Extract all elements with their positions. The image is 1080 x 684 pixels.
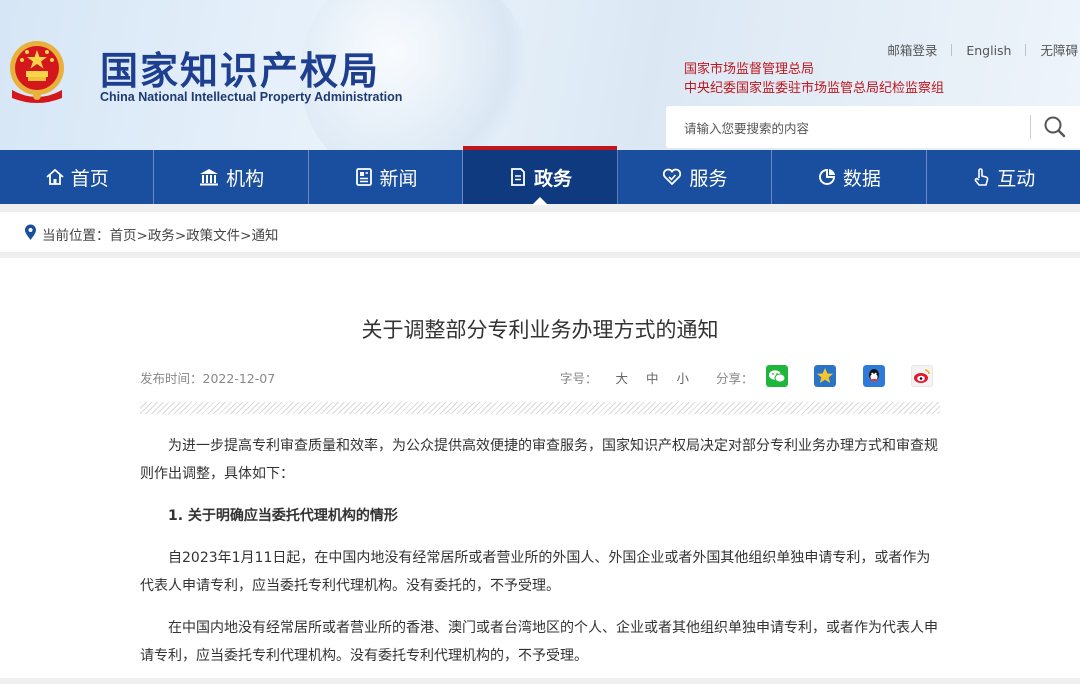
article-section-heading: 1. 关于明确应当委托代理机构的情形 <box>168 508 398 524</box>
date-value: 2022-12-07 <box>202 371 276 386</box>
font-size-medium[interactable]: 中 <box>646 371 659 386</box>
font-size-controls: 字号： 大 中 小 <box>560 368 689 387</box>
mail-login-link[interactable]: 邮箱登录 <box>887 43 937 58</box>
article-title: 关于调整部分专利业务办理方式的通知 <box>361 318 719 342</box>
search-input[interactable] <box>682 116 1026 140</box>
nav-item-news[interactable]: 新闻 <box>309 150 464 204</box>
article-body: 为进一步提高专利审查质量和效率，为公众提供高效便捷的审查服务，国家知识产权局决定… <box>140 432 940 684</box>
news-icon <box>355 168 372 186</box>
nav-item-home[interactable]: 首页 <box>0 150 155 204</box>
nav-label: 机构 <box>226 167 265 190</box>
pie-chart-icon <box>818 169 835 185</box>
building-icon <box>200 169 219 186</box>
nav-item-institution[interactable]: 机构 <box>154 150 309 204</box>
parent-orgs: 国家市场监督管理总局 中央纪委国家监委驻市场监管总局纪检监察组 <box>684 60 944 98</box>
search-button[interactable] <box>1036 110 1074 144</box>
top-links: 邮箱登录 English 无障碍 <box>887 40 1078 59</box>
date-label: 发布时间： <box>140 371 203 386</box>
article-paragraph: 自2023年1月11日起，在中国内地没有经常居所或者营业所的外国人、外国企业或者… <box>140 550 931 594</box>
weibo-icon[interactable] <box>911 365 933 387</box>
hand-pointer-icon <box>974 168 989 186</box>
breadcrumb-separator: > <box>240 228 252 244</box>
document-icon <box>511 168 525 186</box>
share-bar: 分享： <box>716 365 933 387</box>
breadcrumb: 当前位置：首页>政务>政策文件>通知 <box>0 212 1080 252</box>
article-paragraph: 在中国内地没有经常居所或者营业所的香港、澳门或者台湾地区的个人、企业或者其他组织… <box>140 620 938 664</box>
nav-item-service[interactable]: 服务 <box>618 150 773 204</box>
publish-date: 发布时间：2022-12-07 <box>140 368 275 387</box>
divider-stripe <box>140 402 940 414</box>
site-subtitle: China National Intellectual Property Adm… <box>100 90 403 104</box>
share-label: 分享： <box>716 371 754 386</box>
qzone-icon[interactable] <box>814 365 836 387</box>
home-icon <box>46 168 64 185</box>
breadcrumb-separator: > <box>174 228 187 244</box>
qq-icon[interactable] <box>863 365 885 387</box>
divider <box>1025 44 1027 56</box>
nav-label: 服务 <box>689 167 728 190</box>
font-size-large[interactable]: 大 <box>616 371 629 386</box>
breadcrumb-trail: 当前位置：首页>政务>政策文件>通知 <box>42 224 278 244</box>
national-emblem-icon <box>10 41 64 103</box>
nav-item-data[interactable]: 数据 <box>772 150 927 204</box>
nav-label: 互动 <box>997 167 1036 190</box>
breadcrumb-home[interactable]: 首页 <box>110 228 137 244</box>
english-link[interactable]: English <box>966 43 1011 58</box>
site-header: 国家知识产权局 China National Intellectual Prop… <box>0 0 1080 150</box>
article-meta: 发布时间：2022-12-07 字号： 大 中 小 分享： <box>140 365 940 392</box>
divider <box>951 44 953 56</box>
main-nav: 首页 机构 新闻 政务 服务 数据 互动 <box>0 146 1080 205</box>
search-divider <box>1030 115 1031 139</box>
nav-label: 数据 <box>842 167 881 190</box>
site-title[interactable]: 国家知识产权局 <box>100 40 380 95</box>
service-heart-icon <box>663 168 682 186</box>
location-pin-icon <box>25 224 36 240</box>
breadcrumb-affairs[interactable]: 政务 <box>148 228 175 244</box>
breadcrumb-prefix: 当前位置： <box>42 228 110 244</box>
accessibility-link[interactable]: 无障碍 <box>1040 43 1078 58</box>
breadcrumb-notice[interactable]: 通知 <box>251 228 278 244</box>
search-box <box>666 106 1080 148</box>
font-size-small[interactable]: 小 <box>677 371 690 386</box>
org-link-ccdi[interactable]: 中央纪委国家监委驻市场监管总局纪检监察组 <box>684 79 944 98</box>
nav-item-interaction[interactable]: 互动 <box>927 150 1080 204</box>
nav-label: 首页 <box>70 167 109 190</box>
font-size-label: 字号： <box>560 371 598 386</box>
org-link-samr[interactable]: 国家市场监督管理总局 <box>684 60 944 79</box>
nav-label: 新闻 <box>379 167 418 190</box>
article-paragraph: 为进一步提高专利审查质量和效率，为公众提供高效便捷的审查服务，国家知识产权局决定… <box>140 438 938 482</box>
breadcrumb-policy[interactable]: 政策文件 <box>186 228 240 244</box>
breadcrumb-separator: > <box>136 228 148 244</box>
article: 关于调整部分专利业务办理方式的通知 发布时间：2022-12-07 字号： 大 … <box>0 258 1080 678</box>
search-icon <box>1044 116 1066 138</box>
wechat-icon[interactable] <box>766 365 788 387</box>
nav-item-government-affairs[interactable]: 政务 <box>463 146 618 205</box>
nav-label: 政务 <box>533 167 572 190</box>
